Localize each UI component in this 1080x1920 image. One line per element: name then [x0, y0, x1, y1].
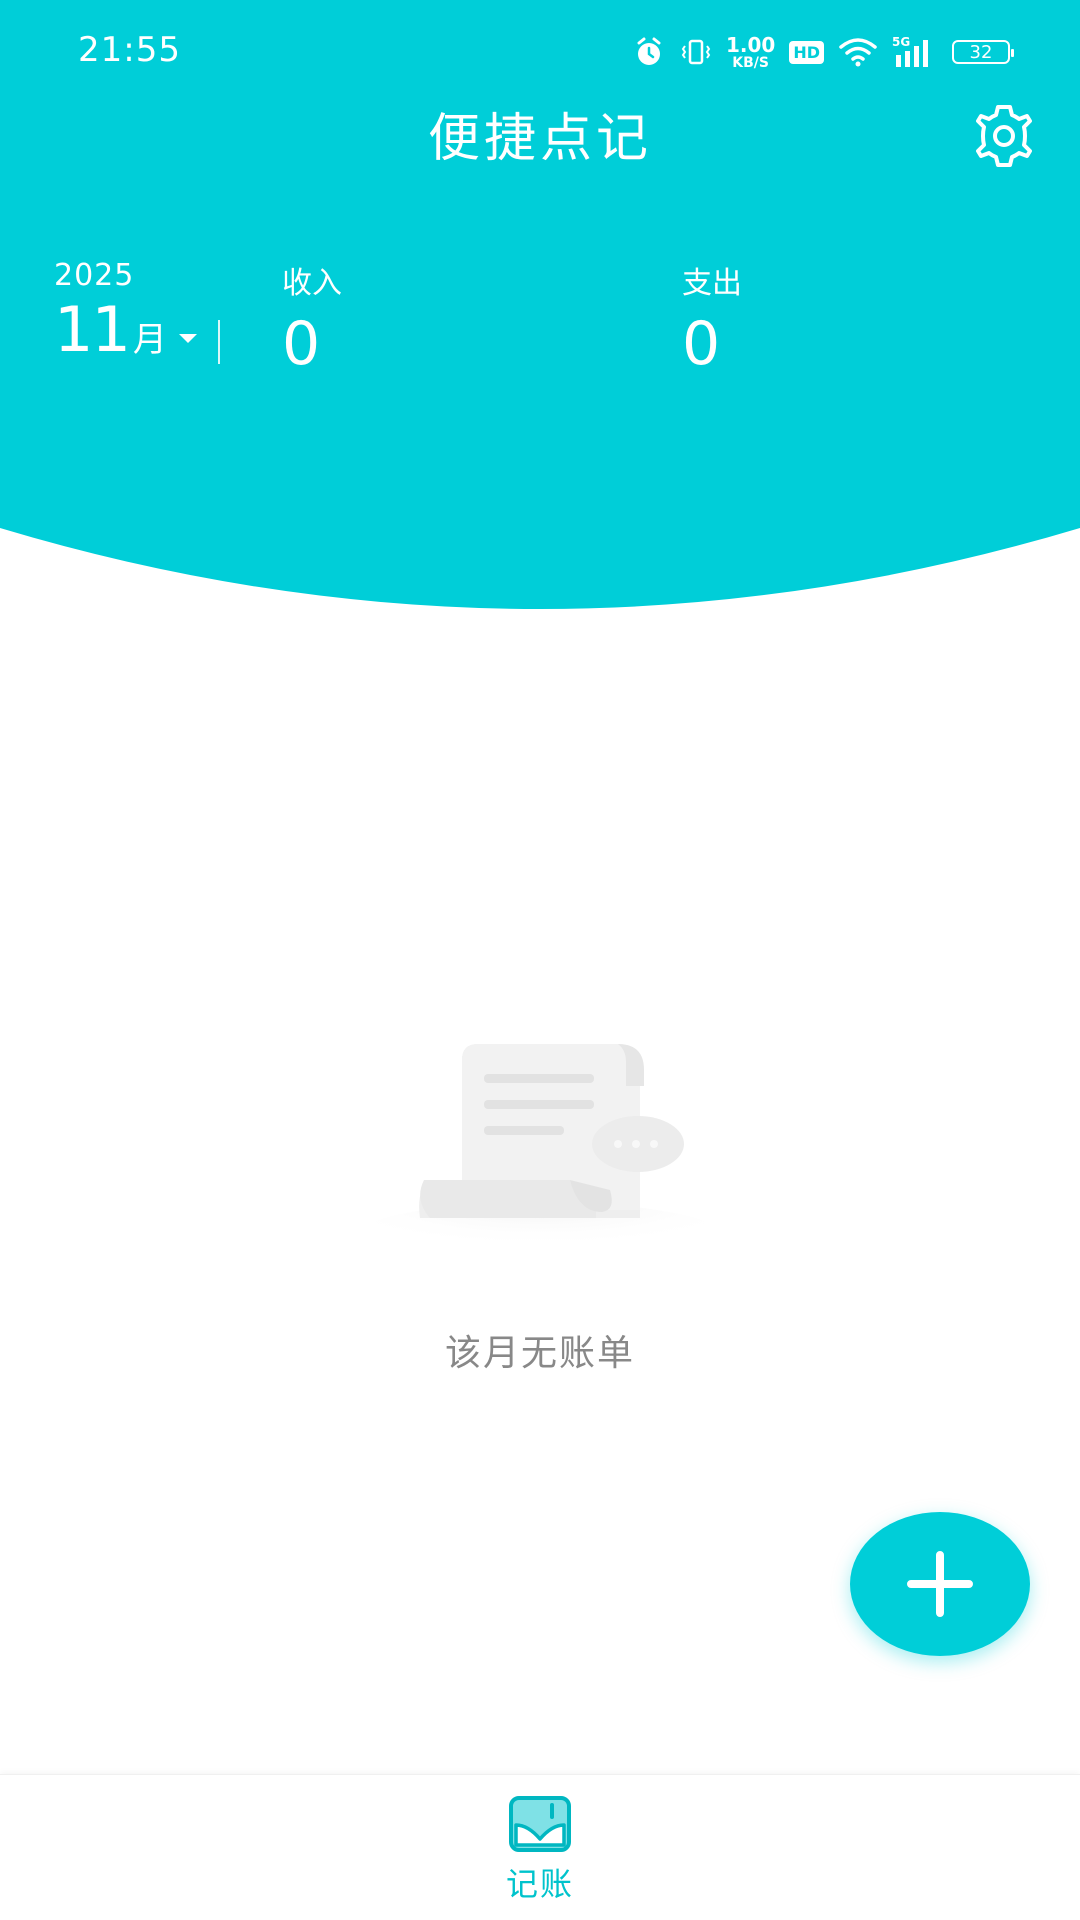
- network-type-label: 5G: [892, 35, 910, 49]
- gear-icon: [976, 105, 1032, 167]
- vibrate-icon: [680, 36, 712, 68]
- status-bar: 21:55 1.00 KB/S HD 5G 32: [0, 0, 1080, 100]
- net-speed-unit: KB/S: [732, 54, 769, 71]
- expense-value: 0: [682, 309, 721, 379]
- expense-label: 支出: [682, 266, 742, 301]
- month-number: 11: [54, 293, 131, 366]
- tab-ledger[interactable]: 记账: [480, 1795, 600, 1915]
- battery-icon: 32: [952, 40, 1014, 64]
- month-unit: 月: [132, 320, 167, 360]
- settings-button[interactable]: [964, 96, 1044, 176]
- alarm-icon: [632, 35, 666, 69]
- year-label: 2025: [54, 258, 135, 293]
- status-icons: 1.00 KB/S HD 5G 32: [632, 34, 1014, 70]
- add-record-button[interactable]: [850, 1512, 1030, 1656]
- chevron-down-icon: [178, 334, 197, 343]
- app-screen: 21:55 1.00 KB/S HD 5G 32 便捷点记 2025 11 月 …: [0, 0, 1080, 1920]
- month-selector[interactable]: 2025 11 月: [54, 258, 197, 361]
- month-picker[interactable]: 11 月: [54, 299, 197, 361]
- income-summary: 收入 0: [282, 258, 342, 374]
- status-time: 21:55: [78, 30, 181, 70]
- hd-badge: HD: [789, 40, 824, 64]
- signal-icon: 5G: [892, 35, 938, 69]
- wifi-icon: [838, 37, 878, 67]
- net-speed: 1.00 KB/S: [726, 35, 775, 70]
- empty-message: 该月无账单: [444, 1333, 635, 1374]
- expense-summary: 支出 0: [682, 258, 742, 374]
- battery-level: 32: [969, 41, 993, 63]
- ledger-icon: [509, 1796, 571, 1852]
- bottom-tab-bar: 记账: [0, 1774, 1080, 1920]
- plus-icon: [907, 1551, 973, 1617]
- summary-divider: [218, 320, 220, 364]
- tab-ledger-label: 记账: [505, 1865, 574, 1903]
- net-speed-value: 1.00: [725, 32, 776, 57]
- income-label: 收入: [282, 266, 342, 301]
- income-value: 0: [282, 309, 321, 379]
- receipt-icon: [350, 1044, 730, 1270]
- app-title: 便捷点记: [427, 109, 652, 169]
